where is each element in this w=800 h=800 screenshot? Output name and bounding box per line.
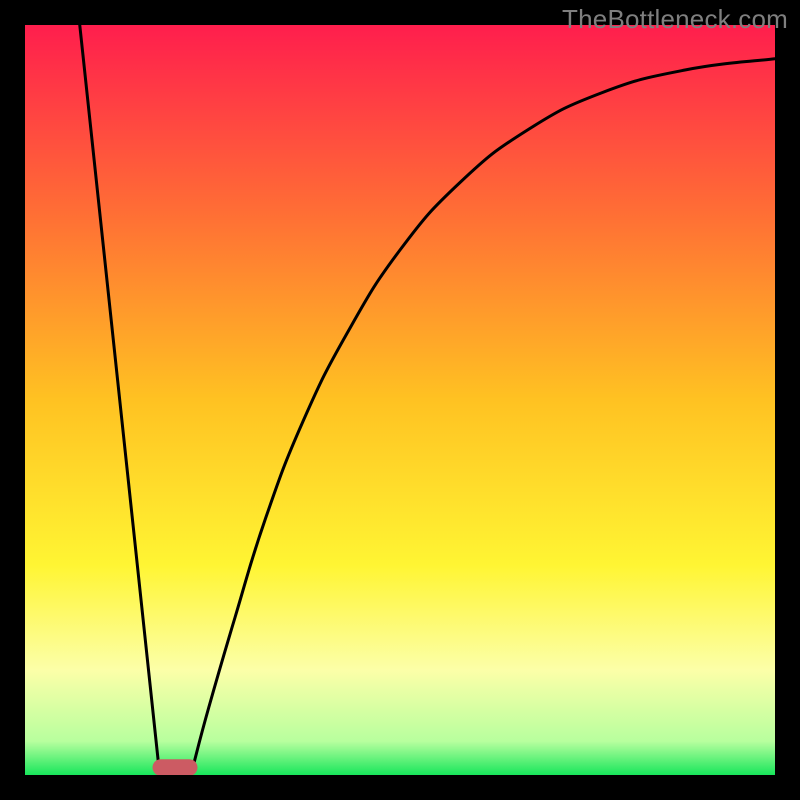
marker-layer (153, 759, 198, 775)
chart-svg (25, 25, 775, 775)
plot-area (25, 25, 775, 775)
optimum-lozenge (153, 759, 198, 775)
watermark-text: TheBottleneck.com (562, 4, 788, 35)
background-gradient (25, 25, 775, 775)
chart-frame: TheBottleneck.com (0, 0, 800, 800)
